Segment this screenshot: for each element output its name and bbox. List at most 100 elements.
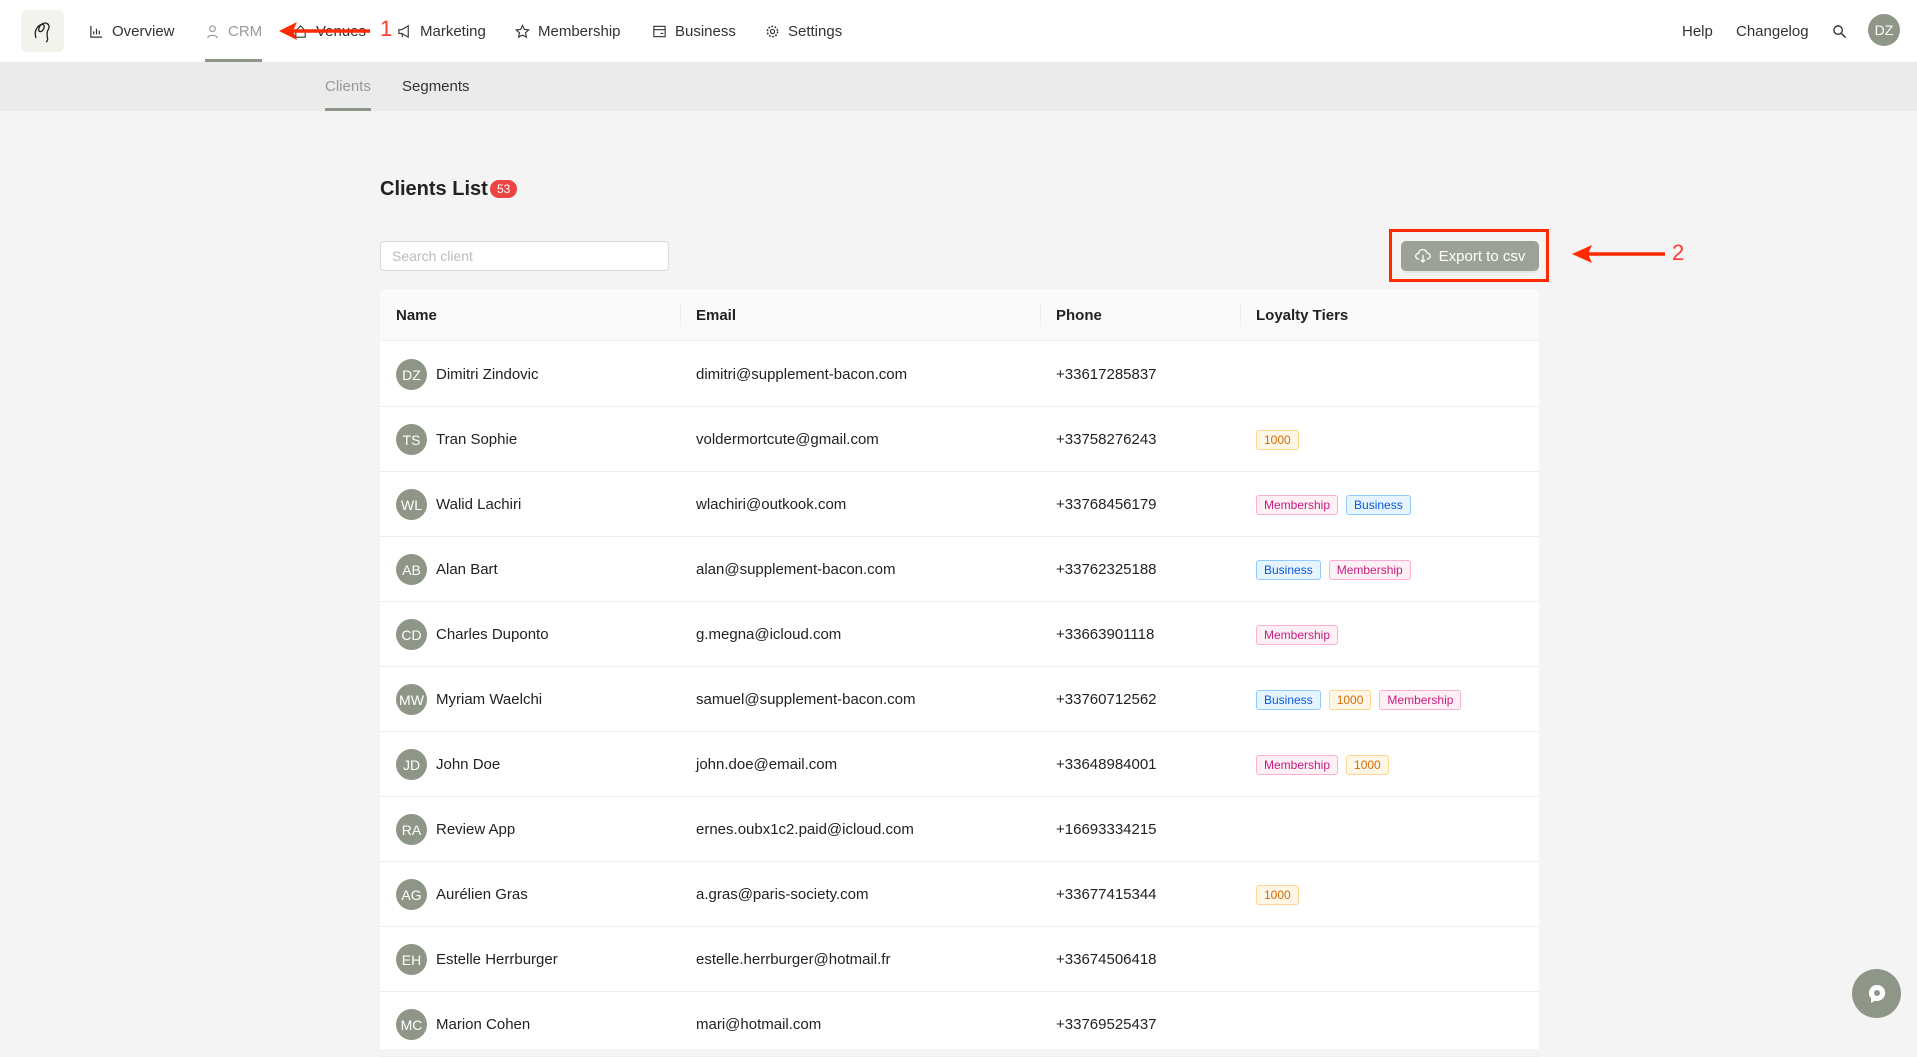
table-row[interactable]: MW Myriam Waelchi samuel@supplement-baco… (380, 667, 1539, 732)
avatar: MC (396, 1009, 427, 1040)
nav-marketing[interactable]: Marketing (397, 0, 486, 62)
avatar: JD (396, 749, 427, 780)
header-loyalty-tiers[interactable]: Loyalty Tiers (1256, 289, 1348, 341)
client-name[interactable]: Estelle Herrburger (436, 951, 558, 968)
name-cell: TS Tran Sophie (396, 407, 517, 472)
client-name[interactable]: Myriam Waelchi (436, 691, 542, 708)
name-cell: MW Myriam Waelchi (396, 667, 542, 732)
client-email: mari@hotmail.com (696, 1016, 822, 1033)
loyalty-tier-tag: Membership (1256, 754, 1339, 775)
header-phone[interactable]: Phone (1056, 289, 1102, 341)
loyalty-tier-tag: Membership (1379, 689, 1462, 710)
client-email: samuel@supplement-bacon.com (696, 691, 916, 708)
loyalty-tier-tag: 1000 (1346, 754, 1389, 775)
client-phone: +33760712562 (1056, 691, 1157, 708)
avatar: RA (396, 814, 427, 845)
page-title: Clients List (380, 178, 488, 200)
table-row[interactable]: EH Estelle Herrburger estelle.herrburger… (380, 927, 1539, 992)
header-name[interactable]: Name (396, 289, 437, 341)
header-email[interactable]: Email (696, 289, 736, 341)
app-logo[interactable] (21, 10, 64, 52)
client-email: a.gras@paris-society.com (696, 886, 869, 903)
client-phone: +33758276243 (1056, 431, 1157, 448)
loyalty-tiers-cell: 1000 (1256, 407, 1307, 472)
search-button[interactable] (1832, 0, 1847, 62)
client-email: g.megna@icloud.com (696, 626, 842, 643)
client-name[interactable]: Aurélien Gras (436, 886, 528, 903)
client-name[interactable]: John Doe (436, 756, 500, 773)
nav-membership[interactable]: Membership (515, 0, 621, 62)
client-phone: +16693334215 (1056, 821, 1157, 838)
chart-icon (90, 25, 103, 38)
table-row[interactable]: JD John Doe john.doe@email.com +33648984… (380, 732, 1539, 797)
client-email: alan@supplement-bacon.com (696, 561, 896, 578)
annotation-highlight-box (1389, 229, 1549, 282)
name-cell: DZ Dimitri Zindovic (396, 342, 539, 407)
nav-membership-label: Membership (538, 22, 621, 40)
client-email: ernes.oubx1c2.paid@icloud.com (696, 821, 914, 838)
client-email: voldermortcute@gmail.com (696, 431, 879, 448)
client-email: estelle.herrburger@hotmail.fr (696, 951, 891, 968)
user-avatar[interactable]: DZ (1868, 14, 1900, 46)
table-row[interactable]: TS Tran Sophie voldermortcute@gmail.com … (380, 407, 1539, 472)
client-name[interactable]: Marion Cohen (436, 1016, 530, 1033)
annotation-label-1: 1 (380, 16, 393, 41)
client-name[interactable]: Review App (436, 821, 515, 838)
nav-settings[interactable]: Settings (765, 0, 842, 62)
client-name[interactable]: Charles Duponto (436, 626, 549, 643)
annotation-label-2: 2 (1672, 240, 1685, 265)
table-header: Name Email Phone Loyalty Tiers (380, 289, 1539, 341)
loyalty-tier-tag: Business (1256, 559, 1321, 580)
client-name[interactable]: Alan Bart (436, 561, 498, 578)
changelog-link[interactable]: Changelog (1736, 0, 1809, 62)
nav-business[interactable]: Business (652, 0, 736, 62)
nav-settings-label: Settings (788, 22, 843, 40)
loyalty-tiers-cell: Membership (1256, 602, 1346, 667)
tab-segments[interactable]: Segments (402, 62, 470, 111)
column-divider (1040, 304, 1041, 326)
avatar: CD (396, 619, 427, 650)
column-divider (680, 304, 681, 326)
table-row[interactable]: AG Aurélien Gras a.gras@paris-society.co… (380, 862, 1539, 927)
annotation-arrow-2 (1572, 245, 1665, 263)
table-row[interactable]: MC Marion Cohen mari@hotmail.com +337695… (380, 992, 1539, 1057)
table-row[interactable]: AB Alan Bart alan@supplement-bacon.com +… (380, 537, 1539, 602)
client-phone: +33762325188 (1056, 561, 1157, 578)
annotation-arrow-1 (279, 22, 370, 40)
gear-icon (766, 25, 779, 37)
name-cell: CD Charles Duponto (396, 602, 549, 667)
name-cell: JD John Doe (396, 732, 500, 797)
client-name[interactable]: Tran Sophie (436, 431, 517, 448)
chat-support-button[interactable] (1852, 969, 1901, 1018)
search-icon (1833, 24, 1847, 38)
loyalty-tier-tag: 1000 (1256, 884, 1299, 905)
help-link[interactable]: Help (1682, 0, 1713, 62)
name-cell: AG Aurélien Gras (396, 862, 528, 927)
table-row[interactable]: RA Review App ernes.oubx1c2.paid@icloud.… (380, 797, 1539, 862)
clients-table: Name Email Phone Loyalty Tiers DZ Dimitr… (380, 289, 1539, 1057)
search-client-input[interactable] (380, 241, 669, 271)
tab-clients[interactable]: Clients (325, 62, 371, 111)
client-email: john.doe@email.com (696, 756, 838, 773)
table-row[interactable]: CD Charles Duponto g.megna@icloud.com +3… (380, 602, 1539, 667)
loyalty-tiers-cell: 1000 (1256, 862, 1307, 927)
avatar: TS (396, 424, 427, 455)
table-row[interactable]: WL Walid Lachiri wlachiri@outkook.com +3… (380, 472, 1539, 537)
nav-crm[interactable]: CRM (205, 0, 263, 62)
client-name[interactable]: Dimitri Zindovic (436, 366, 539, 383)
loyalty-tier-tag: Membership (1256, 494, 1339, 515)
client-name[interactable]: Walid Lachiri (436, 496, 521, 513)
table-row[interactable]: DZ Dimitri Zindovic dimitri@supplement-b… (380, 342, 1539, 407)
loyalty-tier-tag: Business (1256, 689, 1321, 710)
name-cell: RA Review App (396, 797, 515, 862)
nav-overview[interactable]: Overview (89, 0, 175, 62)
sub-navbar: Clients Segments (0, 62, 1917, 111)
client-email: wlachiri@outkook.com (696, 496, 847, 513)
client-phone: +33769525437 (1056, 1016, 1157, 1033)
column-divider (1240, 304, 1241, 326)
chat-icon (1868, 984, 1885, 1003)
nav-business-label: Business (675, 22, 736, 40)
loyalty-tiers-cell: Business Membership (1256, 537, 1419, 602)
client-phone: +33677415344 (1056, 886, 1157, 903)
loyalty-tier-tag: Membership (1256, 624, 1339, 645)
